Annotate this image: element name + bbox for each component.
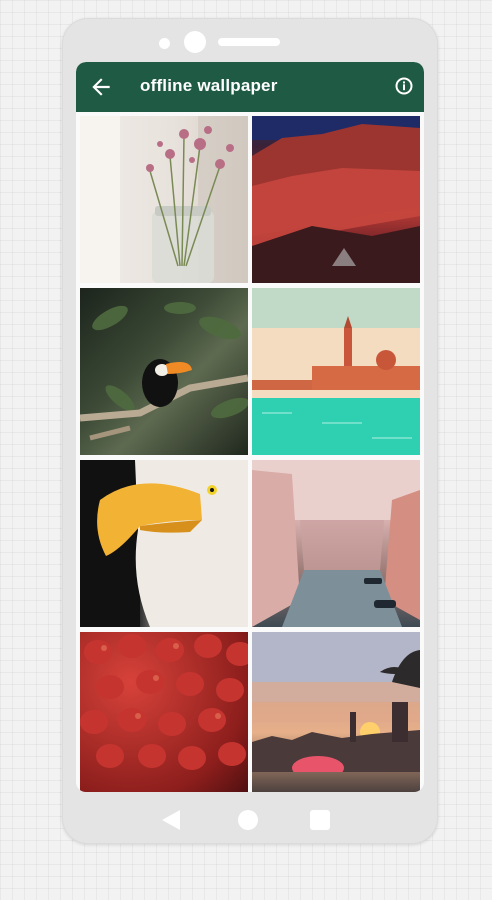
square-recents-icon[interactable] xyxy=(310,810,330,830)
wallpaper-thumbnail-flowers[interactable] xyxy=(80,116,248,283)
info-circle-icon[interactable] xyxy=(394,76,414,96)
earpiece-speaker xyxy=(218,38,280,46)
triangle-back-icon[interactable] xyxy=(160,808,182,832)
wallpaper-thumbnail-eagle[interactable] xyxy=(80,460,248,627)
venice-canal-image xyxy=(252,460,420,627)
front-camera xyxy=(184,31,206,53)
wallpaper-thumbnail-canyon[interactable] xyxy=(252,116,420,283)
strawberries-image xyxy=(80,634,248,770)
phone-frame: offline wallpaper xyxy=(62,18,438,844)
app-screen: offline wallpaper xyxy=(76,62,424,792)
circle-home-icon[interactable] xyxy=(238,810,258,830)
arrow-left-icon[interactable] xyxy=(88,74,114,100)
wallpaper-thumbnail-toucan[interactable] xyxy=(80,288,248,455)
sunset-image xyxy=(252,632,420,780)
flowers-image xyxy=(80,116,248,283)
wallpaper-grid xyxy=(80,116,420,792)
system-nav-bar xyxy=(62,798,438,844)
page-title: offline wallpaper xyxy=(140,76,278,95)
wallpaper-thumbnail-venice-canal[interactable] xyxy=(252,460,420,627)
wallpaper-thumbnail-strawberries[interactable] xyxy=(80,632,248,792)
wallpaper-thumbnail-venice-illustration[interactable] xyxy=(252,288,420,455)
canyon-image xyxy=(252,116,420,283)
proximity-sensor xyxy=(159,38,170,49)
eagle-image xyxy=(80,460,248,627)
app-bar: offline wallpaper xyxy=(76,62,424,112)
toucan-image xyxy=(80,302,248,441)
venice-illustration-image xyxy=(252,288,420,455)
wallpaper-thumbnail-sunset[interactable] xyxy=(252,632,420,792)
